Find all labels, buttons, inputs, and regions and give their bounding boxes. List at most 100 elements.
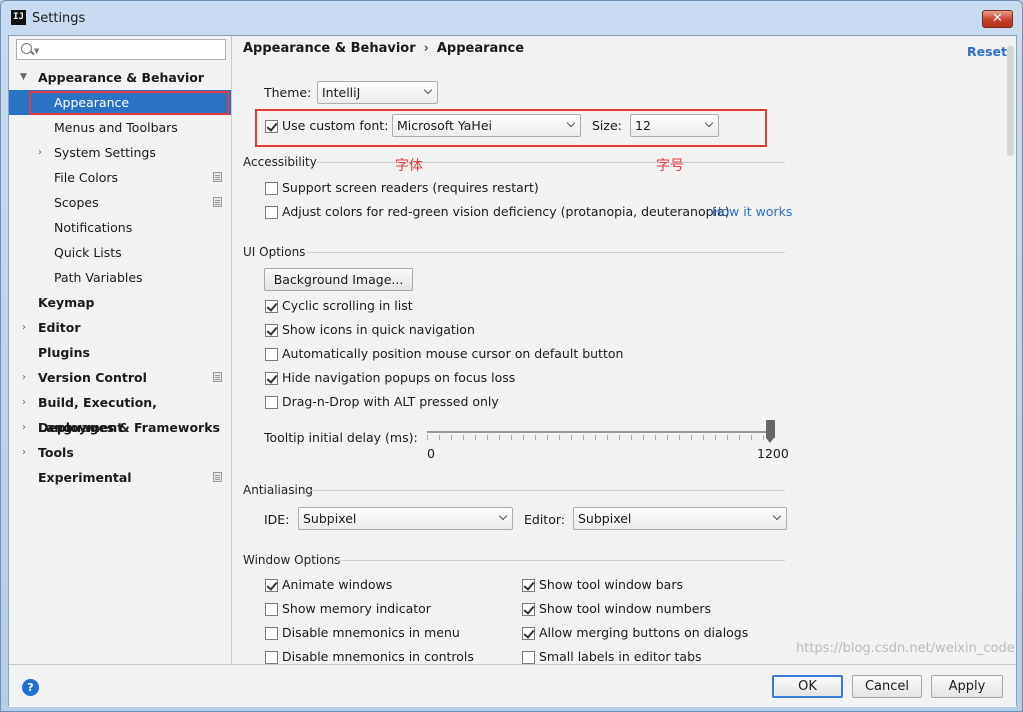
sidebar-item-appearance-behavior[interactable]: ▼ Appearance & Behavior bbox=[9, 65, 231, 90]
ok-button[interactable]: OK bbox=[772, 675, 843, 698]
sidebar-item-keymap[interactable]: Keymap bbox=[9, 290, 231, 315]
reset-link[interactable]: Reset bbox=[967, 44, 1007, 59]
sidebar-item-label: Path Variables bbox=[54, 270, 143, 285]
sidebar-item-scopes[interactable]: Scopes bbox=[9, 190, 231, 215]
section-divider bbox=[337, 560, 785, 561]
sidebar-item-label: Appearance & Behavior bbox=[38, 70, 204, 85]
how-it-works-link[interactable]: How it works bbox=[712, 204, 792, 219]
sidebar-item-label: Version Control bbox=[38, 370, 147, 385]
ui-options-section-title: UI Options bbox=[243, 245, 306, 259]
search-input[interactable] bbox=[41, 42, 221, 58]
annotation-size-note: 字号 bbox=[656, 158, 684, 174]
show-icons-checkbox[interactable] bbox=[265, 324, 278, 337]
window-title: Settings bbox=[32, 11, 86, 26]
sidebar-item-label: Menus and Toolbars bbox=[54, 120, 178, 135]
watermark: https://blog.csdn.net/weixin_code bbox=[796, 641, 1015, 656]
sidebar-item-build-execution[interactable]: › Build, Execution, Deployment bbox=[9, 390, 231, 435]
tool-window-numbers-label: Show tool window numbers bbox=[539, 601, 712, 616]
mnemonics-controls-checkbox[interactable] bbox=[265, 651, 278, 664]
sidebar-item-notifications[interactable]: Notifications bbox=[9, 215, 231, 240]
hide-popups-label: Hide navigation popups on focus loss bbox=[282, 370, 516, 385]
settings-search[interactable]: ▼ bbox=[16, 39, 226, 60]
chevron-down-icon[interactable]: ▼ bbox=[34, 47, 39, 55]
sidebar-item-quick-lists[interactable]: Quick Lists bbox=[9, 240, 231, 265]
sidebar-item-file-colors[interactable]: File Colors bbox=[9, 165, 231, 190]
sidebar-item-editor[interactable]: › Editor bbox=[9, 315, 231, 340]
chevron-right-icon[interactable]: › bbox=[22, 415, 26, 440]
auto-cursor-checkbox[interactable] bbox=[265, 348, 278, 361]
chevron-right-icon[interactable]: › bbox=[22, 365, 26, 390]
tooltip-delay-slider[interactable] bbox=[427, 431, 775, 433]
hide-popups-checkbox[interactable] bbox=[265, 372, 278, 385]
merging-buttons-label: Allow merging buttons on dialogs bbox=[539, 625, 749, 640]
antialiasing-section-title: Antialiasing bbox=[243, 483, 314, 497]
sidebar-item-label: Plugins bbox=[38, 345, 90, 360]
ide-antialiasing-value: Subpixel bbox=[303, 511, 357, 526]
sidebar-item-label: File Colors bbox=[54, 170, 119, 185]
mnemonics-menu-checkbox[interactable] bbox=[265, 627, 278, 640]
sidebar-item-version-control[interactable]: › Version Control bbox=[9, 365, 231, 390]
ide-antialiasing-select[interactable]: Subpixel bbox=[298, 507, 513, 530]
chevron-right-icon[interactable]: › bbox=[22, 390, 26, 415]
adjust-colors-checkbox[interactable] bbox=[265, 206, 278, 219]
slider-thumb[interactable] bbox=[766, 420, 775, 443]
sidebar-item-path-variables[interactable]: Path Variables bbox=[9, 265, 231, 290]
annotation-font-note: 字体 bbox=[395, 158, 423, 174]
merging-buttons-checkbox[interactable] bbox=[522, 627, 535, 640]
breadcrumb-item: Appearance & Behavior bbox=[243, 41, 416, 56]
apply-button[interactable]: Apply bbox=[931, 675, 1003, 698]
sidebar-item-plugins[interactable]: Plugins bbox=[9, 340, 231, 365]
ide-antialiasing-label: IDE: bbox=[264, 512, 290, 527]
close-button[interactable]: ✕ bbox=[982, 10, 1013, 28]
annotation-highlight-box bbox=[255, 109, 767, 147]
title-bar[interactable]: IJ Settings ✕ bbox=[1, 1, 1022, 35]
slider-max-label: 1200 bbox=[757, 446, 789, 461]
chevron-right-icon[interactable]: › bbox=[22, 315, 26, 340]
project-settings-icon bbox=[213, 472, 222, 482]
show-icons-label: Show icons in quick navigation bbox=[282, 322, 475, 337]
sidebar-item-label: Keymap bbox=[38, 295, 95, 310]
window-options-section-title: Window Options bbox=[243, 553, 341, 567]
screen-readers-label: Support screen readers (requires restart… bbox=[282, 180, 539, 195]
animate-windows-checkbox[interactable] bbox=[265, 579, 278, 592]
chevron-right-icon[interactable]: › bbox=[22, 440, 26, 465]
help-icon[interactable]: ? bbox=[22, 679, 39, 696]
tool-window-numbers-checkbox[interactable] bbox=[522, 603, 535, 616]
chevron-down-icon bbox=[772, 511, 782, 521]
chevron-down-icon[interactable]: ▼ bbox=[20, 65, 27, 90]
dialog-client: ▼ ▼ Appearance & Behavior Appearance Men… bbox=[8, 35, 1017, 707]
content-scrollbar[interactable] bbox=[1007, 46, 1014, 156]
sidebar-item-label: Notifications bbox=[54, 220, 133, 235]
sidebar-item-label: Languages & Frameworks bbox=[38, 420, 220, 435]
tool-window-bars-checkbox[interactable] bbox=[522, 579, 535, 592]
sidebar-item-tools[interactable]: › Tools bbox=[9, 440, 231, 465]
sidebar-item-menus-toolbars[interactable]: Menus and Toolbars bbox=[9, 115, 231, 140]
animate-windows-label: Animate windows bbox=[282, 577, 393, 592]
mnemonics-controls-label: Disable mnemonics in controls bbox=[282, 649, 474, 664]
memory-indicator-checkbox[interactable] bbox=[265, 603, 278, 616]
section-divider bbox=[311, 490, 785, 491]
sidebar-item-label: Tools bbox=[38, 445, 74, 460]
cancel-button[interactable]: Cancel bbox=[852, 675, 922, 698]
drag-n-drop-checkbox[interactable] bbox=[265, 396, 278, 409]
editor-antialiasing-select[interactable]: Subpixel bbox=[573, 507, 787, 530]
appearance-panel: Appearance & Behavior › Appearance Reset T… bbox=[233, 36, 1016, 664]
background-image-button[interactable]: Background Image... bbox=[264, 268, 413, 291]
intellij-app-icon: IJ bbox=[11, 10, 26, 25]
breadcrumb-item: Appearance bbox=[436, 41, 525, 56]
auto-cursor-label: Automatically position mouse cursor on d… bbox=[282, 346, 624, 361]
chevron-right-icon[interactable]: › bbox=[38, 140, 42, 165]
sidebar-item-appearance[interactable]: Appearance bbox=[9, 90, 231, 115]
cyclic-scrolling-label: Cyclic scrolling in list bbox=[282, 298, 413, 313]
sidebar-item-label: Quick Lists bbox=[54, 245, 122, 260]
theme-select[interactable]: IntelliJ bbox=[317, 81, 438, 104]
small-labels-checkbox[interactable] bbox=[522, 651, 535, 664]
mnemonics-menu-label: Disable mnemonics in menu bbox=[282, 625, 460, 640]
dialog-button-bar: ? OK Cancel Apply bbox=[9, 664, 1016, 707]
sidebar-item-system-settings[interactable]: › System Settings bbox=[9, 140, 231, 165]
sidebar-item-experimental[interactable]: Experimental bbox=[9, 465, 231, 490]
cyclic-scrolling-checkbox[interactable] bbox=[265, 300, 278, 313]
settings-sidebar: ▼ ▼ Appearance & Behavior Appearance Men… bbox=[9, 36, 232, 664]
sidebar-item-languages-frameworks[interactable]: › Languages & Frameworks bbox=[9, 415, 231, 440]
screen-readers-checkbox[interactable] bbox=[265, 182, 278, 195]
